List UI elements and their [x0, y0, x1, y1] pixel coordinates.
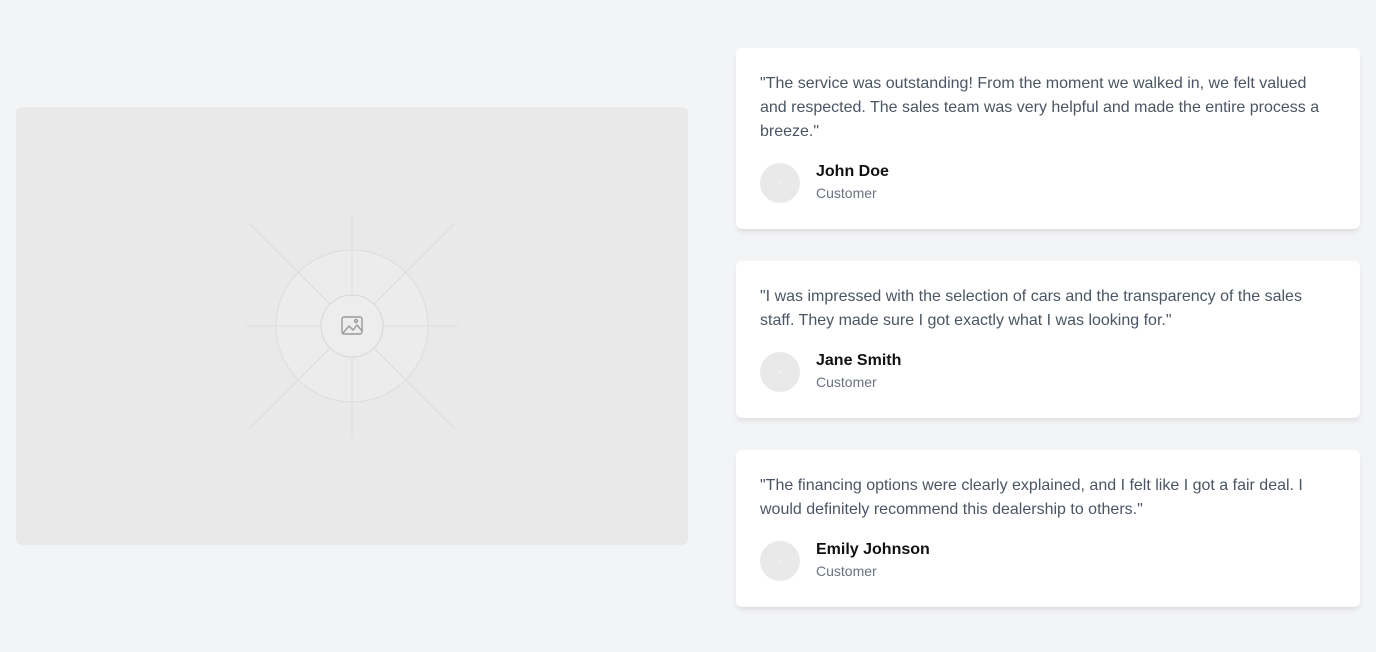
author-role: Customer — [816, 185, 877, 201]
image-icon — [246, 215, 458, 437]
author-role: Customer — [816, 374, 877, 390]
testimonial-list: "The service was outstanding! From the m… — [736, 48, 1360, 639]
testimonial-card: "I was impressed with the selection of c… — [736, 261, 1360, 418]
author-name: John Doe — [816, 163, 889, 180]
testimonial-author: Jane Smith Customer — [760, 351, 1336, 392]
testimonial-quote: "The service was outstanding! From the m… — [760, 75, 1320, 140]
testimonial-card: "The financing options were clearly expl… — [736, 450, 1360, 607]
image-placeholder — [16, 107, 688, 545]
testimonial-author: Emily Johnson Customer — [760, 540, 1336, 581]
testimonial-author: John Doe Customer — [760, 162, 1336, 203]
author-role: Customer — [816, 563, 877, 579]
testimonial-card: "The service was outstanding! From the m… — [736, 48, 1360, 229]
testimonial-quote: "I was impressed with the selection of c… — [760, 288, 1302, 329]
avatar — [760, 162, 800, 203]
avatar — [760, 351, 800, 392]
testimonial-quote: "The financing options were clearly expl… — [760, 477, 1303, 518]
author-name: Emily Johnson — [816, 541, 930, 558]
author-name: Jane Smith — [816, 352, 902, 369]
avatar — [760, 540, 800, 581]
testimonials-section: "The service was outstanding! From the m… — [0, 0, 1376, 652]
